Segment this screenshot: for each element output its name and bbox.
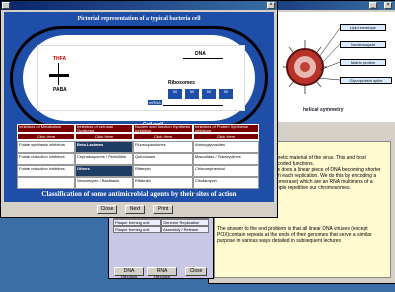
bacteria-window-titlebar — [1, 1, 277, 10]
table-caption: Classification of some antimicrobial age… — [41, 190, 237, 198]
table-cell[interactable]: Folate reduction inhibitors — [17, 153, 75, 165]
paragraph-2: The answer to the end problem is that al… — [217, 226, 372, 244]
ribosome-2: 50 — [185, 89, 199, 99]
table-cell[interactable]: Chloramphenicol — [193, 165, 259, 177]
rna-viruses-button[interactable]: RNA Viruses — [147, 267, 177, 281]
mrna-label: mRNA — [148, 100, 162, 105]
next-button[interactable]: Next — [125, 205, 145, 214]
dna-viruses-button[interactable]: DNA Viruses — [114, 267, 144, 281]
ribosome-4: 50 — [219, 89, 233, 99]
assay-item[interactable]: Genome Replication — [161, 219, 209, 226]
close-icon[interactable]: × — [267, 2, 275, 9]
antimicrobial-table: Inhibitors of Metabolism Click Here Inhibi… — [17, 124, 259, 189]
table-header-cell: Nucleic acid function Synthesis Inhibito… — [133, 124, 193, 133]
bacteria-panel: Pictorial representation of a typical ba… — [4, 12, 274, 202]
symmetry-label: helical symmetry — [303, 107, 344, 113]
ribosome-1: 50 — [168, 89, 182, 99]
dna-label: DNA — [195, 51, 206, 57]
close-button[interactable]: Close — [97, 205, 117, 214]
print-button[interactable]: Print — [153, 205, 173, 214]
side-close-button[interactable]: Close — [185, 267, 207, 276]
table-cell[interactable]: Fluoroquinolones — [133, 141, 193, 153]
table-cell[interactable]: Beta-Lactams — [75, 141, 133, 153]
legend-nucleocapsid: Nucleocapsid — [340, 41, 386, 48]
assay-item[interactable]: Plaque forming unit — [113, 219, 161, 226]
dna-strand — [183, 58, 223, 59]
virus-image: Lipid envelope Nucleocapsid Matrix prote… — [275, 12, 395, 122]
thfa-label: THFA — [53, 56, 67, 62]
cell-inner — [37, 45, 245, 111]
table-cell[interactable]: Folate synthesis inhibitors — [17, 141, 75, 153]
assay-item[interactable]: Plaque forming unit — [113, 226, 161, 233]
assay-item[interactable]: Assembly / Release — [161, 226, 209, 233]
legend-glycoprotein-spike: Glycoprotein spike — [340, 77, 392, 84]
table-header-cell: Inhibitors of Protein Synthesis inhibito… — [193, 124, 259, 133]
paragraph-1: genetic material of the virus. This and … — [272, 155, 381, 191]
minimize-icon[interactable]: _ — [369, 2, 377, 9]
table-cell[interactable]: Aminoglycosides — [193, 141, 259, 153]
table-cell[interactable]: Vancomycin / Bacitracin — [75, 177, 133, 189]
mrna-strand — [163, 105, 223, 106]
bacteria-cell: DNA THFA PABA Ribosomes mRNA 50 50 50 50… — [10, 26, 268, 130]
table-cell[interactable]: Rifabutin — [133, 177, 193, 189]
table-header-cell: Inhibitors of Metabolism — [17, 124, 75, 133]
table-cell[interactable]: Quinolones — [133, 153, 193, 165]
paba-label: PABA — [53, 87, 67, 93]
table-cell[interactable]: Macrolides / Tetracyclines — [193, 153, 259, 165]
legend-lipid-envelope: Lipid envelope — [340, 24, 386, 31]
click-here-link[interactable]: Click Here — [75, 133, 133, 140]
table-cell[interactable]: Folate reduction inhibitors — [17, 165, 75, 177]
table-header-cell: Inhibitors of cell-wall Synthesis — [75, 124, 133, 133]
click-here-link[interactable]: Click Here — [17, 133, 75, 140]
table-cell[interactable] — [17, 177, 75, 189]
diagram-title: Pictorial representation of a typical ba… — [77, 16, 201, 22]
window-icon — [2, 2, 10, 9]
bacteria-window: × Pictorial representation of a typical … — [0, 0, 278, 218]
click-here-link[interactable]: Click Here — [133, 133, 193, 140]
table-cell[interactable]: Others — [75, 165, 133, 177]
table-cell[interactable]: Cephalosporins / Penicillins — [75, 153, 133, 165]
close-icon[interactable]: × — [384, 2, 392, 9]
click-here-link[interactable]: Click Here — [193, 133, 259, 140]
legend-matrix-protein: Matrix protein — [340, 59, 386, 66]
ribosomes-label: Ribosomes — [168, 80, 195, 86]
metabolism-bar — [49, 74, 69, 77]
table-cell[interactable]: Rifampin — [133, 165, 193, 177]
table-cell[interactable]: Clindamycin — [193, 177, 259, 189]
ribosome-3: 50 — [202, 89, 216, 99]
